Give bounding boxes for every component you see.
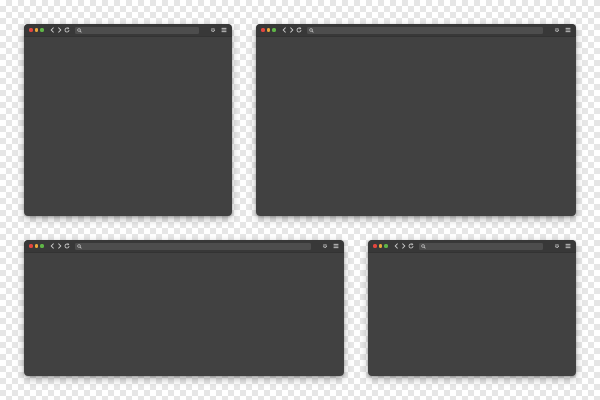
close-dot[interactable] [373, 244, 377, 248]
forward-icon[interactable] [289, 27, 294, 33]
minimize-dot[interactable] [34, 28, 38, 32]
settings-icon[interactable] [554, 243, 560, 249]
search-icon [420, 243, 426, 249]
minimize-dot[interactable] [378, 244, 382, 248]
toolbar-tools [317, 243, 339, 249]
back-icon[interactable] [394, 243, 399, 249]
back-icon[interactable] [50, 27, 55, 33]
navigation-controls [394, 243, 416, 249]
minimize-dot[interactable] [266, 28, 270, 32]
search-icon [76, 27, 82, 33]
zoom-dot[interactable] [384, 244, 388, 248]
navigation-controls [50, 27, 72, 33]
reload-icon[interactable] [64, 243, 70, 249]
close-dot[interactable] [29, 28, 33, 32]
zoom-dot[interactable] [40, 244, 44, 248]
navigation-controls [50, 243, 72, 249]
browser-window-bottom-right [368, 240, 576, 376]
window-controls [261, 28, 278, 32]
toolbar-tools [549, 243, 571, 249]
forward-icon[interactable] [401, 243, 406, 249]
browser-toolbar [256, 24, 576, 37]
settings-icon[interactable] [322, 243, 328, 249]
search-icon [76, 243, 82, 249]
back-icon[interactable] [282, 27, 287, 33]
window-controls [29, 244, 46, 248]
window-controls [29, 28, 46, 32]
navigation-controls [282, 27, 304, 33]
browser-toolbar [24, 24, 232, 37]
settings-icon[interactable] [554, 27, 560, 33]
close-dot[interactable] [29, 244, 33, 248]
reload-icon[interactable] [408, 243, 414, 249]
menu-icon[interactable] [565, 243, 571, 249]
menu-icon[interactable] [333, 243, 339, 249]
forward-icon[interactable] [57, 27, 62, 33]
address-bar[interactable] [306, 26, 543, 34]
settings-icon[interactable] [210, 27, 216, 33]
search-icon [308, 27, 314, 33]
browser-window-bottom-left [24, 240, 344, 376]
toolbar-tools [549, 27, 571, 33]
forward-icon[interactable] [57, 243, 62, 249]
menu-icon[interactable] [221, 27, 227, 33]
reload-icon[interactable] [64, 27, 70, 33]
browser-window-top-left [24, 24, 232, 216]
browser-toolbar [368, 240, 576, 253]
back-icon[interactable] [50, 243, 55, 249]
address-bar[interactable] [418, 242, 543, 250]
address-bar[interactable] [74, 242, 311, 250]
browser-toolbar [24, 240, 344, 253]
menu-icon[interactable] [565, 27, 571, 33]
close-dot[interactable] [261, 28, 265, 32]
zoom-dot[interactable] [272, 28, 276, 32]
minimize-dot[interactable] [34, 244, 38, 248]
address-bar[interactable] [74, 26, 199, 34]
window-controls [373, 244, 390, 248]
reload-icon[interactable] [296, 27, 302, 33]
browser-window-top-right [256, 24, 576, 216]
zoom-dot[interactable] [40, 28, 44, 32]
toolbar-tools [205, 27, 227, 33]
